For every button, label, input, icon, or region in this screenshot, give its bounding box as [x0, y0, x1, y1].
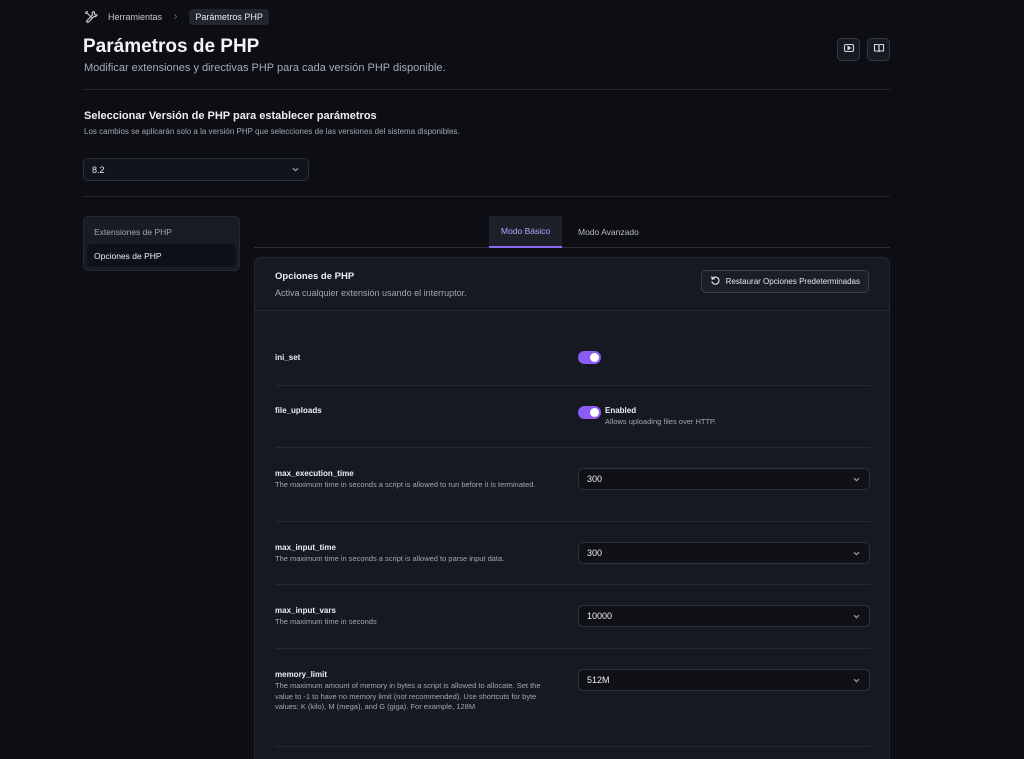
option-row-ini-set: ini_set [275, 332, 871, 386]
max-execution-time-select[interactable]: 300 [578, 468, 870, 490]
select-value: 10000 [587, 611, 613, 621]
ini-set-toggle[interactable] [578, 351, 601, 364]
video-tutorial-button[interactable] [837, 38, 860, 61]
chevron-down-icon [852, 676, 861, 685]
tab-modo-basico[interactable]: Modo Básico [489, 216, 563, 248]
version-section-title: Seleccionar Versión de PHP para establec… [84, 110, 377, 122]
select-value: 300 [587, 474, 603, 484]
option-description: The maximum amount of memory in bytes a … [275, 681, 541, 711]
memory-limit-select[interactable]: 512M [578, 669, 870, 691]
header-divider [83, 89, 890, 90]
option-description: The maximum time in seconds a script is … [275, 554, 505, 563]
version-section-description: Los cambios se aplicarán solo a la versi… [84, 127, 460, 136]
toggle-status-label: Enabled [605, 406, 637, 415]
book-icon [873, 41, 885, 59]
file-uploads-toggle[interactable] [578, 406, 601, 419]
option-name: ini_set [275, 353, 301, 362]
version-divider [83, 196, 890, 197]
option-row-memory-limit: memory_limit The maximum amount of memor… [275, 649, 871, 747]
video-icon [843, 41, 855, 59]
max-input-time-select[interactable]: 300 [578, 542, 870, 564]
max-input-vars-select[interactable]: 10000 [578, 605, 870, 627]
select-value: 300 [587, 548, 603, 558]
php-options-panel: Opciones de PHP Activa cualquier extensi… [254, 257, 890, 759]
restore-defaults-label: Restaurar Opciones Predeterminadas [725, 277, 860, 286]
breadcrumb-item-herramientas[interactable]: Herramientas [108, 12, 162, 22]
breadcrumb-item-current: Parámetros PHP [189, 8, 269, 25]
option-description: The maximum time in seconds [275, 617, 377, 626]
php-version-value: 8.2 [92, 164, 105, 175]
option-row-max-input-time: max_input_time The maximum time in secon… [275, 522, 871, 585]
option-row-file-uploads: file_uploads Enabled Allows uploading fi… [275, 386, 871, 448]
option-name: max_input_time [275, 543, 336, 552]
panel-header: Opciones de PHP Activa cualquier extensi… [255, 258, 889, 311]
option-row-max-input-vars: max_input_vars The maximum time in secon… [275, 585, 871, 649]
tab-modo-avanzado[interactable]: Modo Avanzado [566, 216, 651, 248]
chevron-down-icon [852, 475, 861, 484]
option-name: max_execution_time [275, 469, 354, 478]
chevron-down-icon [852, 612, 861, 621]
chevron-down-icon [291, 165, 300, 174]
panel-title: Opciones de PHP [275, 271, 355, 282]
php-settings-sidebar: Extensiones de PHP Opciones de PHP [83, 216, 240, 271]
option-name: memory_limit [275, 670, 328, 679]
panel-description: Activa cualquier extensión usando el int… [275, 288, 467, 298]
page-subtitle: Modificar extensiones y directivas PHP p… [84, 62, 446, 74]
restore-defaults-button[interactable]: Restaurar Opciones Predeterminadas [700, 270, 869, 293]
option-name: max_input_vars [275, 606, 336, 615]
select-value: 512M [587, 675, 610, 685]
chevron-right-icon: › [174, 11, 178, 22]
tools-icon [84, 10, 98, 24]
option-description: The maximum time in seconds a script is … [275, 480, 536, 489]
php-version-select[interactable]: 8.2 [83, 158, 309, 181]
option-name: file_uploads [275, 406, 322, 415]
option-row-max-execution-time: max_execution_time The maximum time in s… [275, 448, 871, 522]
page-title: Parámetros de PHP [83, 36, 260, 57]
toggle-help-text: Allows uploading files over HTTP. [605, 417, 717, 426]
mode-tabs: Modo Básico Modo Avanzado [254, 216, 890, 248]
documentation-button[interactable] [867, 38, 890, 61]
chevron-down-icon [852, 549, 861, 558]
sidebar-item-extensiones[interactable]: Extensiones de PHP [87, 220, 236, 243]
sidebar-item-opciones[interactable]: Opciones de PHP [87, 244, 236, 267]
reset-icon [710, 275, 721, 288]
breadcrumb: Herramientas › Parámetros PHP [84, 7, 269, 26]
